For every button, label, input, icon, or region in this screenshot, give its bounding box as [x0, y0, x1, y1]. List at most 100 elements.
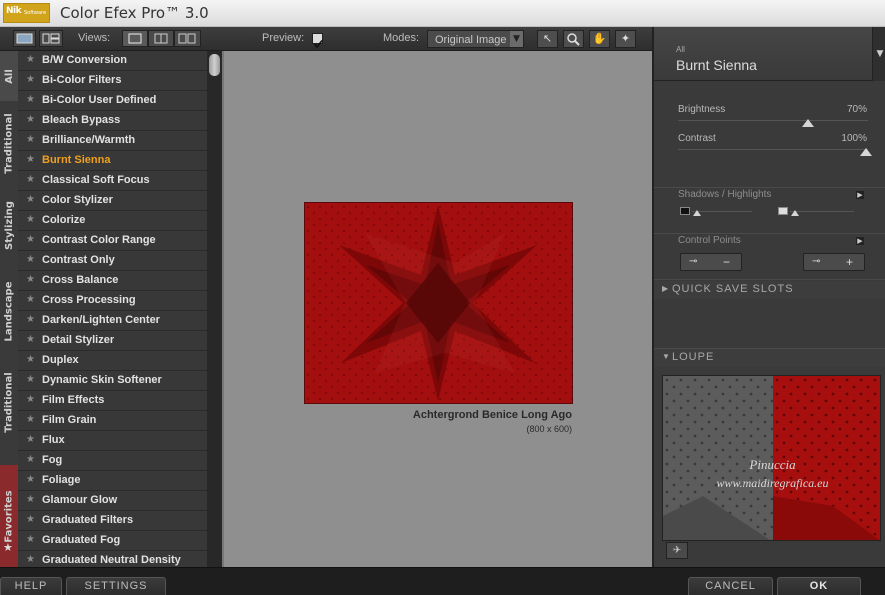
zoom-tool-button[interactable]: [563, 30, 584, 48]
contrast-track[interactable]: [678, 149, 868, 150]
pointer-tool-button[interactable]: ↖: [537, 30, 558, 48]
filter-item[interactable]: ★ Colorize: [18, 211, 207, 231]
filter-item[interactable]: ★ Color Stylizer: [18, 191, 207, 211]
filter-item[interactable]: ★ Duplex: [18, 351, 207, 371]
ok-button[interactable]: OK: [777, 577, 861, 595]
remove-control-point-button[interactable]: ⊸ −: [680, 253, 742, 271]
view-split-button[interactable]: [148, 30, 174, 47]
contrast-slider-thumb[interactable]: [860, 148, 872, 156]
modes-select[interactable]: Original Image ▼: [427, 30, 524, 48]
star-icon[interactable]: ★: [26, 294, 35, 305]
title-bar: Nik Software Color Efex Pro™ 3.0: [0, 0, 885, 27]
filter-list-scrollbar[interactable]: [207, 51, 222, 567]
single-view-button[interactable]: [13, 30, 36, 47]
help-button[interactable]: HELP: [0, 577, 62, 595]
tab-all[interactable]: All: [0, 51, 18, 101]
star-icon[interactable]: ★: [26, 154, 35, 165]
brightness-track[interactable]: [678, 120, 868, 121]
tab-landscape[interactable]: Landscape: [0, 267, 18, 355]
star-icon[interactable]: ★: [26, 274, 35, 285]
star-icon[interactable]: ★: [26, 54, 35, 65]
filter-item[interactable]: ★ Burnt Sienna: [18, 151, 207, 171]
light-tool-button[interactable]: ✦: [615, 30, 636, 48]
filter-item[interactable]: ★ Bi-Color Filters: [18, 71, 207, 91]
star-icon[interactable]: ★: [26, 194, 35, 205]
shadows-slider-thumb[interactable]: [693, 210, 701, 216]
quick-save-slots-header[interactable]: ▶ QUICK SAVE SLOTS: [654, 281, 885, 299]
shadows-track[interactable]: [692, 211, 752, 212]
filter-item[interactable]: ★ Film Effects: [18, 391, 207, 411]
loupe-header[interactable]: ▼ LOUPE: [654, 349, 885, 367]
brightness-value: 70%: [846, 104, 867, 115]
star-icon[interactable]: ★: [26, 314, 35, 325]
star-icon[interactable]: ★: [26, 494, 35, 505]
filter-item[interactable]: ★ Graduated Neutral Density: [18, 551, 207, 567]
star-icon[interactable]: ★: [26, 454, 35, 465]
filter-item[interactable]: ★ Cross Balance: [18, 271, 207, 291]
tab-traditional-2[interactable]: Traditional: [0, 357, 18, 447]
filter-item[interactable]: ★ Contrast Only: [18, 251, 207, 271]
filter-header[interactable]: All Burnt Sienna ▼: [654, 27, 885, 81]
highlights-slider-thumb[interactable]: [791, 210, 799, 216]
filter-item-label: Cross Processing: [42, 294, 136, 306]
hand-tool-button[interactable]: ✋: [589, 30, 610, 48]
loupe-pin-button[interactable]: ✈: [666, 542, 688, 559]
tab-traditional[interactable]: Traditional: [0, 103, 18, 183]
filter-item-label: Film Effects: [42, 394, 105, 406]
chevron-down-icon[interactable]: ▼: [872, 27, 885, 81]
filter-item[interactable]: ★ Graduated Filters: [18, 511, 207, 531]
star-icon[interactable]: ★: [26, 214, 35, 225]
settings-button[interactable]: SETTINGS: [66, 577, 166, 595]
scrollbar-thumb[interactable]: [209, 54, 220, 76]
star-icon[interactable]: ★: [26, 394, 35, 405]
filter-item[interactable]: ★ Detail Stylizer: [18, 331, 207, 351]
filter-item[interactable]: ★ Contrast Color Range: [18, 231, 207, 251]
expand-arrow-icon[interactable]: ▶: [856, 191, 864, 199]
star-icon[interactable]: ★: [26, 554, 35, 565]
star-icon[interactable]: ★: [26, 254, 35, 265]
filter-item[interactable]: ★ Glamour Glow: [18, 491, 207, 511]
highlights-track[interactable]: [790, 211, 854, 212]
filter-item[interactable]: ★ Brilliance/Warmth: [18, 131, 207, 151]
star-icon[interactable]: ★: [26, 514, 35, 525]
star-icon[interactable]: ★: [26, 114, 35, 125]
preview-checkbox[interactable]: [312, 33, 323, 49]
control-point-icon: ⊸: [812, 256, 821, 267]
filter-item[interactable]: ★ Foliage: [18, 471, 207, 491]
star-icon[interactable]: ★: [26, 434, 35, 445]
expand-arrow-icon[interactable]: ▶: [856, 237, 864, 245]
filter-item[interactable]: ★ Darken/Lighten Center: [18, 311, 207, 331]
star-icon[interactable]: ★: [26, 354, 35, 365]
star-icon[interactable]: ★: [26, 134, 35, 145]
multi-view-icon: [42, 33, 60, 44]
star-icon[interactable]: ★: [26, 534, 35, 545]
star-icon[interactable]: ★: [26, 414, 35, 425]
view-single-button[interactable]: [122, 30, 148, 47]
filter-item[interactable]: ★ Flux: [18, 431, 207, 451]
filter-item-label: Colorize: [42, 214, 86, 226]
filter-item[interactable]: ★ B/W Conversion: [18, 51, 207, 71]
tab-stylizing[interactable]: Stylizing: [0, 185, 18, 265]
filter-item[interactable]: ★ Dynamic Skin Softener: [18, 371, 207, 391]
filter-item[interactable]: ★ Bleach Bypass: [18, 111, 207, 131]
filter-item[interactable]: ★ Cross Processing: [18, 291, 207, 311]
filter-item[interactable]: ★ Classical Soft Focus: [18, 171, 207, 191]
filter-item[interactable]: ★ Fog: [18, 451, 207, 471]
filter-item[interactable]: ★ Graduated Fog: [18, 531, 207, 551]
star-icon[interactable]: ★: [26, 174, 35, 185]
cancel-button[interactable]: CANCEL: [688, 577, 773, 595]
loupe-view[interactable]: Pinuccia www.maidiregrafica.eu: [662, 375, 881, 541]
add-control-point-button[interactable]: ⊸ +: [803, 253, 865, 271]
brightness-slider-thumb[interactable]: [802, 119, 814, 127]
preview-image[interactable]: [305, 203, 572, 403]
star-icon[interactable]: ★: [26, 374, 35, 385]
star-icon[interactable]: ★: [26, 74, 35, 85]
star-icon[interactable]: ★: [26, 474, 35, 485]
view-side-by-side-button[interactable]: [174, 30, 201, 47]
star-icon[interactable]: ★: [26, 334, 35, 345]
star-icon[interactable]: ★: [26, 234, 35, 245]
multi-view-button[interactable]: [39, 30, 63, 47]
star-icon[interactable]: ★: [26, 94, 35, 105]
filter-item[interactable]: ★ Bi-Color User Defined: [18, 91, 207, 111]
filter-item[interactable]: ★ Film Grain: [18, 411, 207, 431]
